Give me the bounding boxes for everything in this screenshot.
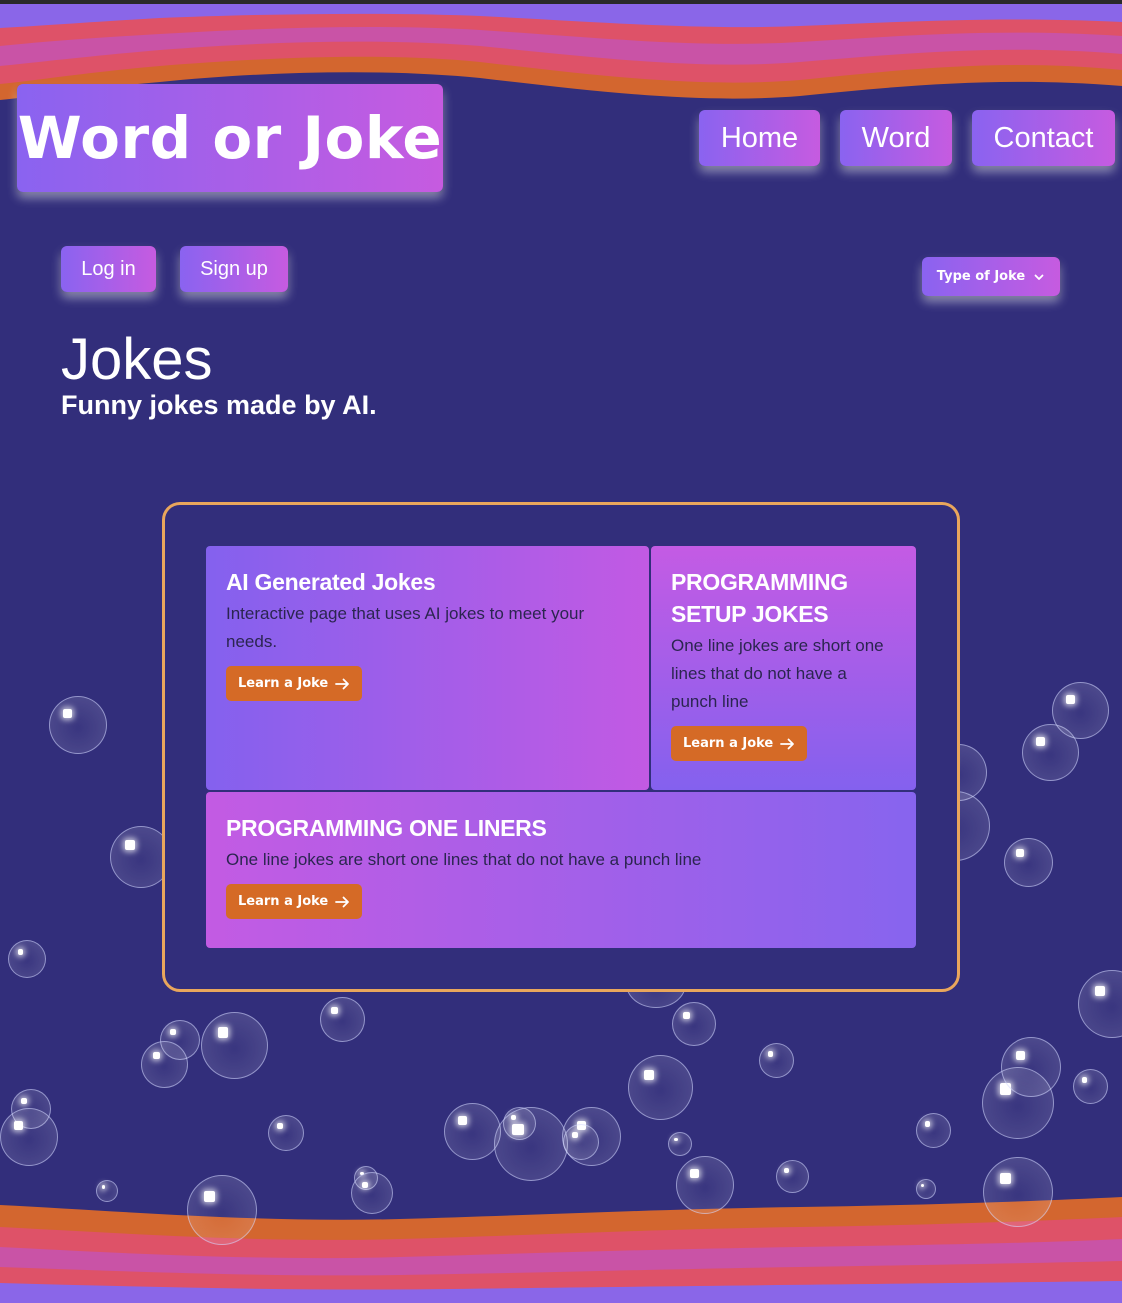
card-description: One line jokes are short one lines that …	[671, 636, 884, 711]
bubble	[494, 1107, 568, 1181]
nav-home-label: Home	[720, 121, 799, 154]
window-top-border	[0, 0, 1122, 4]
nav-contact-label: Contact	[993, 121, 1094, 154]
bubble	[982, 1067, 1054, 1139]
learn-a-joke-button[interactable]: Learn a Joke	[671, 726, 808, 761]
card-title: PROGRAMMING SETUP JOKES	[671, 569, 848, 627]
nav-word-button[interactable]: Word	[840, 110, 952, 166]
bubble	[759, 1043, 794, 1078]
bubble	[11, 1089, 51, 1129]
bubble	[0, 1108, 58, 1166]
bubble	[1052, 682, 1109, 739]
card-ai-generated-jokes: AI Generated Jokes Interactive page that…	[206, 546, 649, 790]
arrow-right-icon	[780, 738, 795, 749]
bubble	[201, 1012, 268, 1079]
bottom-wave-decoration	[0, 1197, 1122, 1303]
bubble	[776, 1160, 809, 1193]
bubble	[503, 1107, 536, 1140]
bubble	[1022, 724, 1079, 781]
nav-home-button[interactable]: Home	[699, 110, 820, 166]
bubble	[672, 1002, 716, 1046]
bubble	[562, 1107, 621, 1166]
nav-word-label: Word	[861, 121, 931, 154]
arrow-right-icon	[335, 678, 350, 689]
bubble	[1078, 970, 1122, 1038]
nav-contact-button[interactable]: Contact	[972, 110, 1115, 166]
learn-a-joke-label: Learn a Joke	[238, 676, 329, 691]
bubble	[354, 1166, 378, 1190]
joke-type-dropdown[interactable]: Type of Joke	[922, 257, 1060, 296]
learn-a-joke-button[interactable]: Learn a Joke	[226, 884, 363, 919]
hero-section: Jokes Funny jokes made by AI.	[61, 327, 377, 421]
learn-a-joke-label: Learn a Joke	[683, 736, 774, 751]
bubble	[1073, 1069, 1108, 1104]
bubble	[8, 940, 46, 978]
site-logo[interactable]: Word or Joke	[17, 84, 443, 192]
card-title: AI Generated Jokes	[226, 569, 436, 595]
site-logo-text: Word or Joke	[17, 104, 443, 172]
bubble	[563, 1124, 599, 1160]
page-subtitle: Funny jokes made by AI.	[61, 390, 377, 420]
bubble	[668, 1132, 692, 1156]
card-title: PROGRAMMING ONE LINERS	[226, 815, 547, 841]
card-programming-setup-jokes: PROGRAMMING SETUP JOKES One line jokes a…	[651, 546, 916, 790]
learn-a-joke-button[interactable]: Learn a Joke	[226, 666, 363, 701]
bubble	[1004, 838, 1053, 887]
arrow-right-icon	[335, 896, 350, 907]
card-programming-one-liners: PROGRAMMING ONE LINERS One line jokes ar…	[206, 792, 916, 948]
chevron-down-icon	[1034, 274, 1044, 280]
signup-label: Sign up	[200, 257, 268, 280]
page-title: Jokes	[61, 327, 213, 392]
login-label: Log in	[81, 257, 136, 280]
bubble	[141, 1041, 188, 1088]
bubble	[268, 1115, 304, 1151]
signup-button[interactable]: Sign up	[180, 246, 288, 292]
card-description: One line jokes are short one lines that …	[226, 850, 702, 869]
page: Word or Joke Home Word Contact Log in Si…	[0, 0, 1122, 1303]
learn-a-joke-label: Learn a Joke	[238, 894, 329, 909]
login-button[interactable]: Log in	[61, 246, 156, 292]
card-description: Interactive page that uses AI jokes to m…	[226, 604, 585, 651]
bubble	[49, 696, 107, 754]
bubble	[444, 1103, 501, 1160]
bubble	[916, 1113, 951, 1148]
joke-type-dropdown-label: Type of Joke	[936, 269, 1026, 284]
bubble	[628, 1055, 693, 1120]
bubble	[320, 997, 365, 1042]
bubble	[1001, 1037, 1061, 1097]
bubble	[160, 1020, 200, 1060]
